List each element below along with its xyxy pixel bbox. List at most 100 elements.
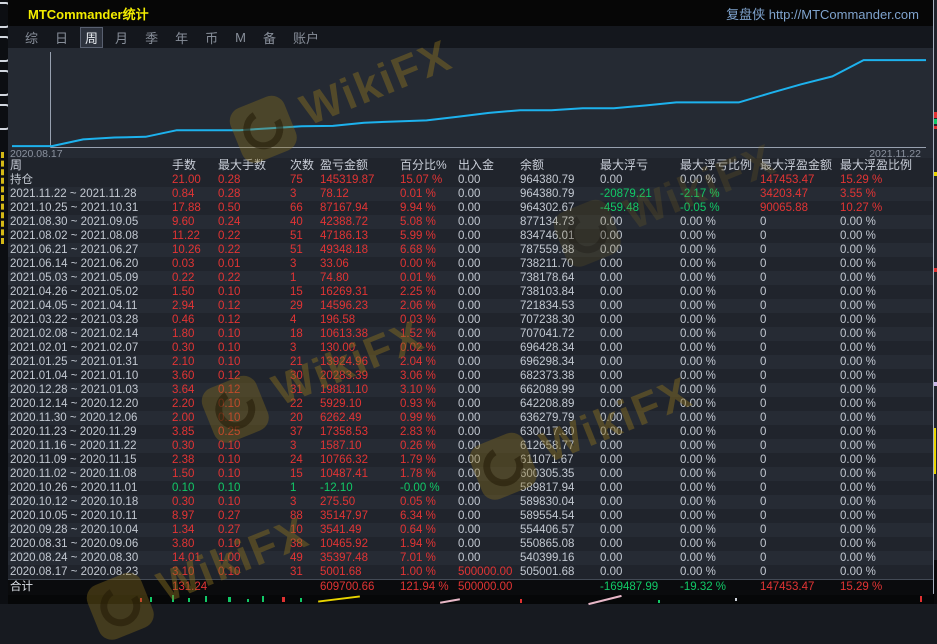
table-row[interactable]: 2021.04.05 ~ 2021.04.112.940.122914596.2… (8, 299, 933, 313)
window-title: MTCommander统计 (28, 4, 149, 23)
table-cell: -0.05 % (680, 201, 760, 215)
table-cell: 0.22 (172, 271, 218, 285)
chart-artifact (228, 597, 231, 602)
table-row[interactable]: 2021.06.14 ~ 2021.06.200.030.01333.060.0… (8, 257, 933, 271)
table-row[interactable]: 2021.02.01 ~ 2021.02.070.300.103130.000.… (8, 341, 933, 355)
table-cell: 0 (760, 299, 840, 313)
table-cell: 589554.54 (520, 509, 600, 523)
table-row[interactable]: 2021.08.30 ~ 2021.09.059.600.244042388.7… (8, 215, 933, 229)
table-row[interactable]: 2021.01.04 ~ 2021.01.103.600.123020283.3… (8, 369, 933, 383)
table-row[interactable]: 持仓21.000.2875145319.8715.07 %0.00964380.… (8, 173, 933, 187)
table-cell: 1 (290, 481, 320, 495)
table-cell: 0.00 (458, 313, 520, 327)
table-cell: 707041.72 (520, 327, 600, 341)
table-cell: 0.00 (600, 327, 680, 341)
column-header-8: 余额 (520, 158, 600, 173)
table-row[interactable]: 2020.11.02 ~ 2020.11.081.500.101510487.4… (8, 467, 933, 481)
menu-item-综[interactable]: 综 (20, 27, 43, 48)
table-cell: 0 (760, 411, 840, 425)
brand-link[interactable]: 复盘侠 http://MTCommander.com (726, 4, 919, 23)
menu-item-账户[interactable]: 账户 (288, 27, 324, 48)
table-cell: 3.85 (172, 425, 218, 439)
table-row[interactable]: 2021.06.21 ~ 2021.06.2710.260.225149348.… (8, 243, 933, 257)
table-cell: 3 (290, 495, 320, 509)
table-cell: 554406.57 (520, 523, 600, 537)
table-cell: 2020.11.23 ~ 2020.11.29 (10, 425, 172, 439)
brand-name: 复盘侠 (726, 7, 765, 22)
menu-item-月[interactable]: 月 (110, 27, 133, 48)
table-cell: 29 (290, 299, 320, 313)
table-cell: 9.60 (172, 215, 218, 229)
table-row[interactable]: 2020.10.12 ~ 2020.10.180.300.103275.500.… (8, 495, 933, 509)
menu-item-币[interactable]: 币 (200, 27, 223, 48)
table-cell: 3.60 (172, 369, 218, 383)
table-row[interactable]: 2021.03.22 ~ 2021.03.280.460.124196.580.… (8, 313, 933, 327)
table-row[interactable]: 2020.10.26 ~ 2020.11.010.100.101-12.10-0… (8, 481, 933, 495)
table-cell: 0.00 (600, 215, 680, 229)
table-cell: 611071.67 (520, 453, 600, 467)
table-cell: 2020.09.28 ~ 2020.10.04 (10, 523, 172, 537)
table-cell: 0.00 % (680, 481, 760, 495)
table-cell: 0.00 (458, 271, 520, 285)
table-total-row[interactable]: 合计131.24609700.66121.94 %500000.00-16948… (8, 579, 933, 595)
table-cell: 0.00 (600, 229, 680, 243)
table-row[interactable]: 2020.09.28 ~ 2020.10.041.340.27103541.49… (8, 523, 933, 537)
table-cell: 0.00 (458, 383, 520, 397)
table-row[interactable]: 2020.12.14 ~ 2020.12.202.200.10225929.10… (8, 397, 933, 411)
menu-item-季[interactable]: 季 (140, 27, 163, 48)
table-row[interactable]: 2020.11.09 ~ 2020.11.152.380.102410766.3… (8, 453, 933, 467)
table-cell: 10613.38 (320, 327, 400, 341)
table-row[interactable]: 2021.10.25 ~ 2021.10.3117.880.506687167.… (8, 201, 933, 215)
table-cell: 0.00 (600, 551, 680, 565)
table-cell: 0.00 % (840, 523, 933, 537)
table-row[interactable]: 2021.02.08 ~ 2021.02.141.800.101810613.3… (8, 327, 933, 341)
table-cell: 2.38 (172, 453, 218, 467)
chart-artifact (520, 599, 522, 603)
table-cell: 2.20 (172, 397, 218, 411)
table-cell: 31 (290, 383, 320, 397)
table-row[interactable]: 2020.08.31 ~ 2020.09.063.800.103810465.9… (8, 537, 933, 551)
table-cell: 662089.99 (520, 383, 600, 397)
menu-item-备[interactable]: 备 (258, 27, 281, 48)
title-bar[interactable]: MTCommander统计 复盘侠 http://MTCommander.com (8, 0, 933, 26)
table-cell: 738178.64 (520, 271, 600, 285)
table-row[interactable]: 2020.12.28 ~ 2021.01.033.640.123119881.1… (8, 383, 933, 397)
table-cell: 0.00 % (680, 285, 760, 299)
menu-item-年[interactable]: 年 (170, 27, 193, 48)
table-cell: 15.29 % (840, 173, 933, 187)
table-row[interactable]: 2021.05.03 ~ 2021.05.090.220.22174.800.0… (8, 271, 933, 285)
table-row[interactable]: 2020.10.05 ~ 2020.10.118.970.278835147.9… (8, 509, 933, 523)
table-cell: 6262.49 (320, 411, 400, 425)
table-row[interactable]: 2020.11.16 ~ 2020.11.220.300.1031587.100… (8, 439, 933, 453)
table-row[interactable]: 2021.04.26 ~ 2021.05.021.500.101516269.3… (8, 285, 933, 299)
table-cell: 6.34 % (400, 509, 458, 523)
table-cell (290, 580, 320, 595)
table-row[interactable]: 2021.11.22 ~ 2021.11.280.840.28378.120.0… (8, 187, 933, 201)
table-cell: 0.00 % (840, 271, 933, 285)
table-cell: 2021.01.04 ~ 2021.01.10 (10, 369, 172, 383)
table-cell: 0.30 (172, 495, 218, 509)
menu-item-周[interactable]: 周 (80, 27, 103, 48)
table-cell: 2020.08.31 ~ 2020.09.06 (10, 537, 172, 551)
table-cell: 0.12 (218, 369, 290, 383)
table-cell: 0.12 (218, 299, 290, 313)
table-cell: 31 (290, 565, 320, 579)
table-cell: 0.00 % (840, 327, 933, 341)
table-row[interactable]: 2020.11.23 ~ 2020.11.293.850.253717358.5… (8, 425, 933, 439)
table-cell: 0.00 (458, 551, 520, 565)
table-row[interactable]: 2020.11.30 ~ 2020.12.062.000.10206262.49… (8, 411, 933, 425)
table-cell: 0.00 (600, 383, 680, 397)
table-cell: 147453.47 (760, 173, 840, 187)
menu-item-M[interactable]: M (230, 29, 251, 46)
table-cell: 0.00 (458, 397, 520, 411)
table-cell: 0.00 % (840, 565, 933, 579)
menu-item-日[interactable]: 日 (50, 27, 73, 48)
table-row[interactable]: 2021.01.25 ~ 2021.01.312.100.102113924.9… (8, 355, 933, 369)
table-row[interactable]: 2021.08.02 ~ 2021.08.0811.220.225147186.… (8, 229, 933, 243)
table-cell: 2.06 % (400, 299, 458, 313)
table-row[interactable]: 2020.08.24 ~ 2020.08.3014.011.004935397.… (8, 551, 933, 565)
chart-artifact (300, 598, 302, 602)
column-header-3: 最大手数 (218, 158, 290, 173)
table-row[interactable]: 2020.08.17 ~ 2020.08.233.100.10315001.68… (8, 565, 933, 579)
table-cell: -459.48 (600, 201, 680, 215)
